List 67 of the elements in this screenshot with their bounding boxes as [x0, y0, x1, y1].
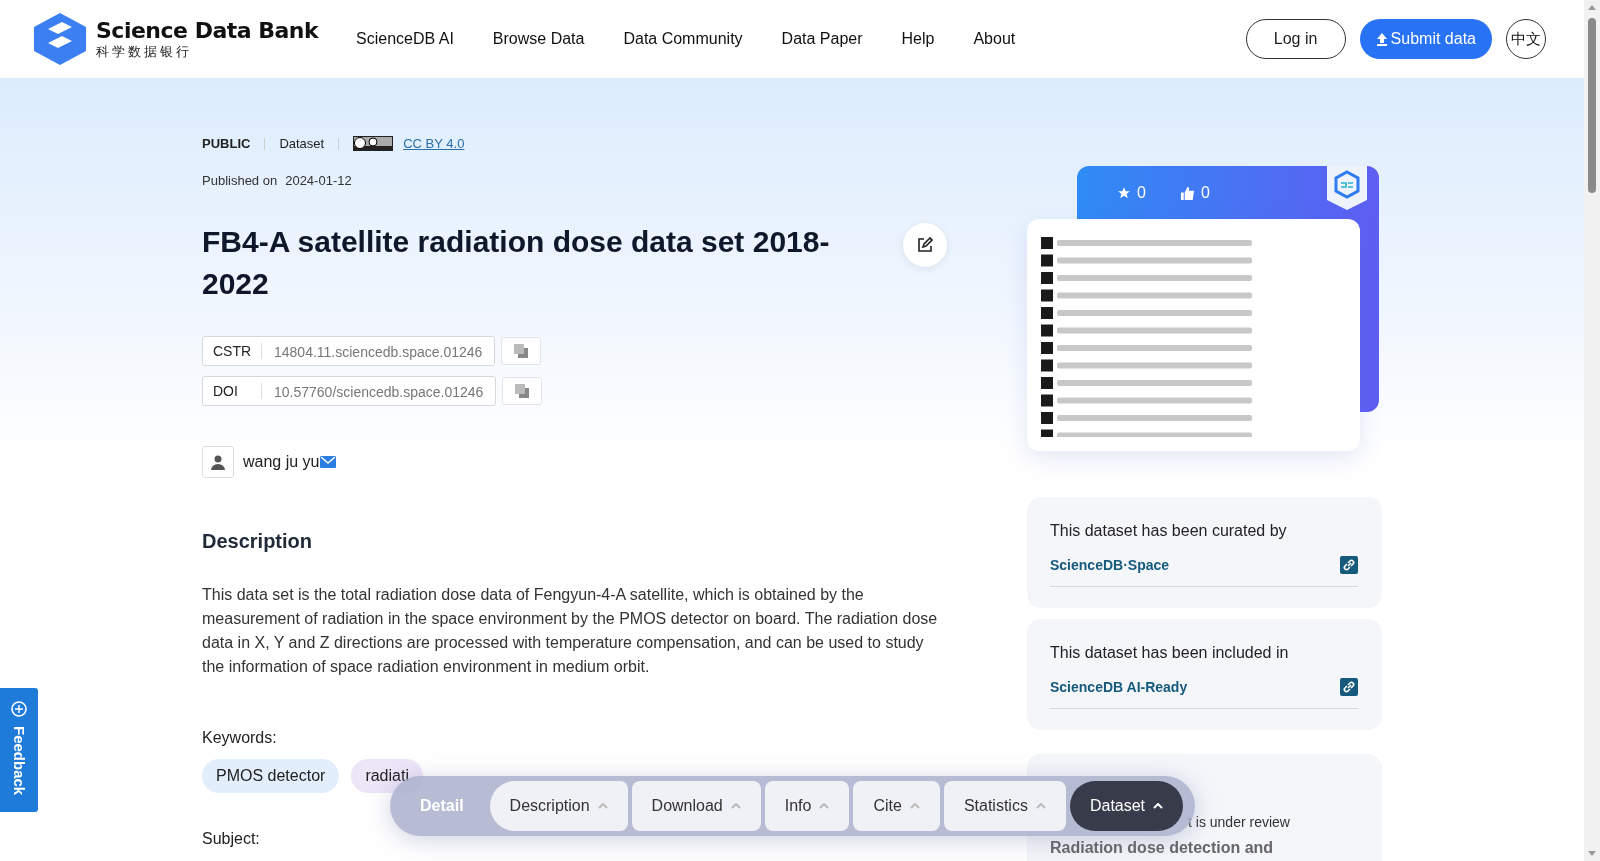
- review-title: Radiation dose detection and: [1050, 840, 1275, 855]
- upload-icon: [1375, 32, 1388, 46]
- keyword-tag[interactable]: PMOS detector: [202, 759, 340, 793]
- caret-icon: [909, 803, 920, 809]
- shield-badge-icon: [1327, 166, 1367, 210]
- access-label: PUBLIC: [202, 136, 251, 151]
- section-tab[interactable]: Description: [489, 781, 628, 831]
- scrollbar[interactable]: [1584, 0, 1600, 861]
- copy-button[interactable]: [502, 377, 543, 405]
- license-badge-icon: [353, 136, 394, 151]
- favorite-count[interactable]: 0: [1117, 184, 1146, 202]
- submit-data-button[interactable]: Submit data: [1359, 19, 1492, 59]
- caret-icon: [730, 803, 741, 809]
- nav-link[interactable]: Data Community: [623, 30, 743, 48]
- identifier-label: DOI: [203, 383, 262, 399]
- dataset-title: FB4-A satellite radiation dose data set 2018-2022: [202, 224, 831, 302]
- feedback-button[interactable]: Feedback: [0, 688, 38, 812]
- copy-icon: [514, 344, 529, 358]
- thumbs-up-icon: [1179, 185, 1195, 201]
- edit-icon: [917, 237, 933, 253]
- license-link[interactable]: CC BY 4.0: [403, 136, 465, 151]
- nav-link[interactable]: ScienceDB AI: [356, 30, 454, 48]
- section-tab[interactable]: Download: [631, 781, 761, 831]
- collection-link[interactable]: ScienceDB AI-Ready: [1050, 679, 1188, 695]
- nav-link[interactable]: Data Paper: [781, 30, 863, 48]
- logo-title: Science Data Bank: [96, 17, 319, 43]
- copy-button[interactable]: [501, 337, 542, 365]
- card-heading: This dataset has been curated by: [1050, 522, 1288, 540]
- identifier-label: CSTR: [203, 343, 262, 359]
- language-button[interactable]: 中文: [1506, 19, 1546, 59]
- caret-icon: [1153, 803, 1164, 809]
- caret-icon: [1035, 803, 1046, 809]
- identifier-value: 10.57760/sciencedb.space.01246: [273, 383, 485, 400]
- feedback-icon: [10, 700, 28, 718]
- star-icon: [1117, 186, 1131, 200]
- nav-link[interactable]: Browse Data: [492, 30, 585, 48]
- section-tab[interactable]: Statistics: [943, 781, 1066, 831]
- logo-subtitle: 科学数据银行: [96, 42, 193, 61]
- logo-icon[interactable]: [32, 11, 88, 67]
- section-tab[interactable]: Info: [764, 781, 850, 831]
- author-name[interactable]: wang ju yu: [243, 453, 320, 471]
- published-label: Published on: [202, 173, 278, 188]
- email-icon[interactable]: [319, 456, 336, 468]
- type-label: Dataset: [279, 136, 325, 151]
- avatar-icon: [202, 446, 234, 478]
- caret-icon: [819, 803, 830, 809]
- section-tab[interactable]: Dataset: [1069, 781, 1184, 831]
- link-icon[interactable]: [1340, 678, 1358, 696]
- nav-link[interactable]: Help: [901, 30, 935, 48]
- review-status-text: t is under review: [1188, 814, 1291, 830]
- nav-link[interactable]: About: [973, 30, 1016, 48]
- keywords-label: Keywords:: [202, 729, 278, 747]
- login-button[interactable]: Log in: [1245, 19, 1346, 59]
- subject-label: Subject:: [202, 830, 261, 848]
- edit-button[interactable]: [903, 223, 947, 267]
- card-heading: This dataset has been included in: [1050, 644, 1290, 662]
- published-date: 2024-01-12: [285, 173, 352, 188]
- description-heading: Description: [202, 530, 314, 553]
- like-count[interactable]: 0: [1179, 184, 1210, 202]
- detail-label: Detail: [419, 797, 465, 815]
- collection-link[interactable]: ScienceDB·Space: [1050, 557, 1170, 573]
- copy-icon: [515, 384, 530, 398]
- link-icon[interactable]: [1340, 556, 1358, 574]
- description-text: This data set is the total radiation dose data of Fengyun-4-A satellite, which is obtained by the measurement of radiation in the space environment by the PMOS detector on board. The radiation dose data in X, Y and Z directions are processed with temperature compensation, and can be used to study the information of space radiation environment in medium orbit.: [202, 585, 939, 677]
- section-tab[interactable]: Cite: [853, 781, 940, 831]
- caret-icon: [597, 803, 608, 809]
- identifier-value: 14804.11.sciencedb.space.01246: [273, 343, 484, 360]
